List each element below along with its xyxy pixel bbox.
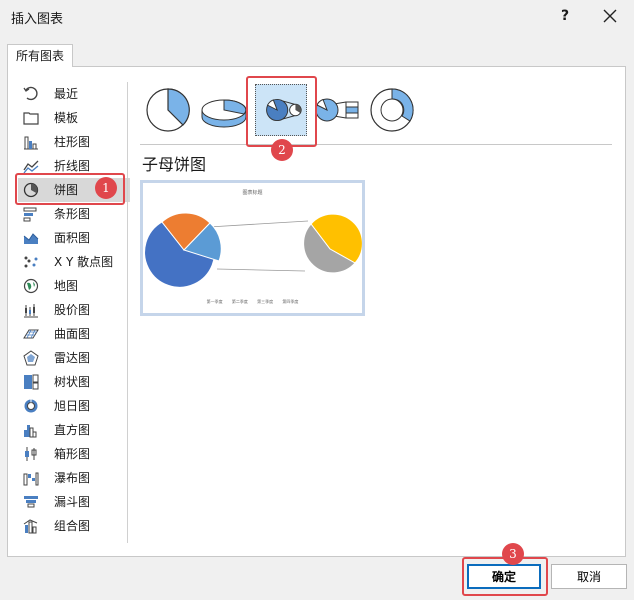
cancel-button[interactable]: 取消	[551, 564, 627, 589]
sidebar-item-label: 最近	[54, 87, 79, 101]
tab-all-charts[interactable]: 所有图表	[7, 44, 73, 67]
sidebar-item-label: 瀑布图	[54, 471, 91, 485]
sidebar-item-label: 箱形图	[54, 447, 91, 461]
sidebar-item-label: 条形图	[54, 207, 91, 221]
column-chart-icon	[24, 136, 38, 150]
sidebar-item-funnel[interactable]: 漏斗图	[18, 490, 130, 514]
sidebar-item-label: 地图	[54, 279, 79, 293]
funnel-chart-icon	[24, 496, 38, 508]
sidebar-item-radar[interactable]: 雷达图	[18, 346, 130, 370]
subtype-doughnut[interactable]	[366, 84, 418, 136]
doughnut-subtype-icon	[370, 88, 414, 132]
chart-type-list: 最近 模板 柱形图 折线图 饼图 条形图 面积图 X Y 散点图 地图 股价图 …	[18, 82, 130, 538]
title-bar: 插入图表 ?	[0, 0, 634, 32]
sidebar-item-label: 饼图	[54, 183, 79, 197]
pie-chart-icon	[23, 182, 39, 198]
sidebar-item-label: 旭日图	[54, 399, 91, 413]
sidebar-item-label: X Y 散点图	[54, 255, 114, 269]
sidebar-item-combo[interactable]: 组合图	[18, 514, 130, 538]
radar-chart-icon	[23, 350, 39, 366]
recent-icon	[23, 86, 38, 101]
chart-subtype-strip	[140, 78, 420, 140]
sunburst-chart-icon	[24, 399, 38, 413]
sidebar-item-stock[interactable]: 股价图	[18, 298, 130, 322]
bar-chart-icon	[23, 207, 37, 222]
waterfall-chart-icon	[23, 472, 39, 486]
sidebar-item-bar[interactable]: 条形图	[18, 202, 130, 226]
sidebar-item-area[interactable]: 面积图	[18, 226, 130, 250]
histogram-chart-icon	[24, 425, 37, 438]
chart-panel: 最近 模板 柱形图 折线图 饼图 条形图 面积图 X Y 散点图 地图 股价图 …	[7, 66, 626, 557]
close-icon	[603, 9, 617, 23]
sidebar-item-surface[interactable]: 曲面图	[18, 322, 130, 346]
subtype-bar-of-pie[interactable]	[310, 84, 362, 136]
pie-of-pie-subtype-icon	[266, 98, 302, 122]
subtype-pie[interactable]	[142, 84, 194, 136]
sidebar-item-line[interactable]: 折线图	[18, 154, 130, 178]
subtype-pie-of-pie[interactable]	[255, 84, 307, 136]
sidebar-item-label: 折线图	[54, 159, 91, 173]
sidebar-item-recent[interactable]: 最近	[18, 82, 130, 106]
sidebar-divider	[127, 82, 128, 543]
window-title: 插入图表	[11, 12, 64, 27]
legend-item: 第四季度	[282, 299, 299, 304]
3d-pie-subtype-icon	[201, 99, 247, 128]
subtype-3d-pie[interactable]	[198, 84, 250, 136]
map-chart-icon	[23, 278, 39, 294]
preview-area	[140, 316, 365, 546]
sidebar-item-map[interactable]: 地图	[18, 274, 130, 298]
line-chart-icon	[23, 160, 39, 174]
scatter-chart-icon	[24, 256, 38, 268]
template-folder-icon	[23, 112, 39, 125]
treemap-chart-icon	[24, 374, 39, 390]
sidebar-item-label: 股价图	[54, 303, 91, 317]
area-chart-icon	[23, 233, 39, 244]
pie-subtype-icon	[146, 88, 190, 132]
step-badge-2: 2	[271, 139, 293, 161]
sidebar-item-label: 漏斗图	[54, 495, 91, 509]
sidebar-item-label: 曲面图	[54, 327, 91, 341]
chart-preview[interactable]: 图表标题 第一季度 第二季度 第三季度 第四季度	[140, 180, 365, 316]
sidebar-item-scatter[interactable]: X Y 散点图	[18, 250, 130, 274]
legend-item: 第一季度	[206, 299, 223, 304]
sidebar-item-waterfall[interactable]: 瀑布图	[18, 466, 130, 490]
sidebar-item-histogram[interactable]: 直方图	[18, 418, 130, 442]
sidebar-item-label: 柱形图	[54, 135, 91, 149]
combo-chart-icon	[23, 519, 38, 534]
surface-chart-icon	[23, 329, 39, 339]
ok-button[interactable]: 确定	[467, 564, 541, 589]
subtype-separator	[140, 144, 612, 145]
help-button[interactable]: ?	[553, 4, 577, 28]
sidebar-item-box-whisker[interactable]: 箱形图	[18, 442, 130, 466]
sidebar-item-label: 面积图	[54, 231, 91, 245]
sidebar-item-sunburst[interactable]: 旭日图	[18, 394, 130, 418]
sidebar-item-label: 组合图	[54, 519, 91, 533]
sidebar-item-label: 模板	[54, 111, 79, 125]
sidebar-item-label: 直方图	[54, 423, 91, 437]
sidebar-item-template[interactable]: 模板	[18, 106, 130, 130]
box-whisker-chart-icon	[25, 447, 37, 461]
legend-item: 第三季度	[257, 299, 274, 304]
preview-legend: 第一季度 第二季度 第三季度 第四季度	[143, 299, 362, 305]
sidebar-item-treemap[interactable]: 树状图	[18, 370, 130, 394]
selected-chart-name: 子母饼图	[142, 155, 207, 174]
step-badge-1: 1	[95, 177, 117, 199]
pie-of-pie-preview-graphic	[144, 212, 362, 288]
close-button[interactable]	[598, 4, 622, 28]
legend-item: 第二季度	[231, 299, 248, 304]
sidebar-item-label: 雷达图	[54, 351, 91, 365]
bar-of-pie-subtype-icon	[315, 98, 359, 122]
stock-chart-icon	[24, 304, 38, 318]
sidebar-item-column[interactable]: 柱形图	[18, 130, 130, 154]
sidebar-item-label: 树状图	[54, 375, 91, 389]
step-badge-3: 3	[502, 543, 524, 565]
